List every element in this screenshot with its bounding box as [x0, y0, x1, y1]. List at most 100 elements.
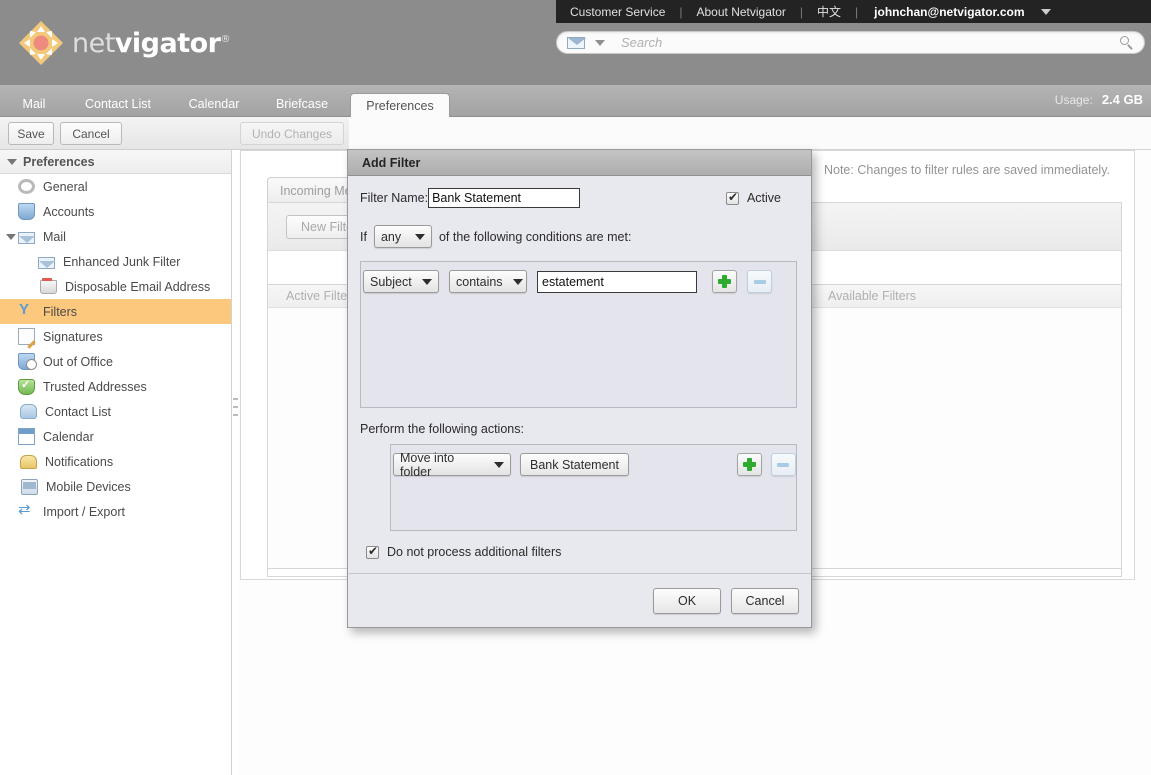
nav-about-netvigator[interactable]: About Netvigator: [683, 5, 800, 19]
condition-field-dropdown[interactable]: Subject: [363, 270, 439, 293]
cancel-button[interactable]: Cancel: [60, 122, 122, 145]
sidebar-item-import-export[interactable]: Import / Export: [0, 499, 231, 524]
stop-processing-label: Do not process additional filters: [387, 545, 562, 559]
sidebar-item-general[interactable]: General: [0, 174, 231, 199]
nav-customer-service[interactable]: Customer Service: [556, 5, 679, 19]
sidebar-item-label: Mobile Devices: [46, 479, 131, 494]
search-bar: [556, 31, 1145, 54]
sidebar-item-calendar[interactable]: Calendar: [0, 424, 231, 449]
ok-button[interactable]: OK: [653, 587, 721, 614]
preferences-toolbar: Save Cancel Undo Changes: [0, 117, 349, 150]
filter-icon: [18, 301, 35, 320]
application-tab-bar: Mail Contact List Calendar Briefcase Pre…: [0, 85, 1151, 118]
sidebar-item-label: Calendar: [43, 429, 94, 444]
sidebar-item-accounts[interactable]: Accounts: [0, 199, 231, 224]
condition-row: Subject contains: [361, 262, 796, 293]
sidebar-header-label: Preferences: [23, 154, 95, 169]
action-folder-button[interactable]: Bank Statement: [520, 453, 629, 476]
preferences-sidebar: Preferences General Accounts Mail Enhanc…: [0, 150, 232, 775]
top-navigation-bar: Customer Service | About Netvigator | 中文…: [556, 0, 1151, 23]
logo-text-net: net: [72, 27, 115, 59]
sidebar-item-filters[interactable]: Filters: [0, 299, 231, 324]
sidebar-item-label: Enhanced Junk Filter: [63, 254, 181, 269]
nav-chinese-language[interactable]: 中文: [803, 3, 855, 20]
sidebar-item-signatures[interactable]: Signatures: [0, 324, 231, 349]
search-icon[interactable]: [1120, 35, 1134, 50]
remove-condition-button[interactable]: [747, 270, 772, 293]
chevron-down-icon[interactable]: [1040, 8, 1051, 15]
out-of-office-icon: [18, 353, 37, 370]
chevron-down-icon[interactable]: [595, 39, 605, 46]
sidebar-item-label: Trusted Addresses: [43, 379, 147, 394]
tab-calendar[interactable]: Calendar: [178, 91, 250, 117]
gear-icon: [18, 179, 35, 194]
stop-processing-checkbox[interactable]: [366, 544, 379, 559]
dialog-title: Add Filter: [362, 155, 421, 170]
dialog-title-bar: Add Filter: [348, 150, 811, 176]
column-header-available-filters: Available Filters: [828, 289, 917, 303]
tab-preferences[interactable]: Preferences: [350, 93, 450, 118]
condition-value-input[interactable]: [537, 270, 697, 293]
add-action-button[interactable]: [736, 453, 762, 476]
sidebar-item-label: General: [43, 179, 88, 194]
dialog-footer: OK Cancel: [348, 573, 811, 627]
triangle-down-icon[interactable]: [7, 158, 17, 165]
triangle-down-icon[interactable]: [6, 233, 16, 240]
tab-mail[interactable]: Mail: [10, 91, 58, 117]
active-label: Active: [746, 191, 781, 205]
actions-groupbox: Move into folder Bank Statement: [390, 444, 797, 531]
filter-name-input[interactable]: [428, 188, 581, 208]
sidebar-item-label: Out of Office: [43, 354, 113, 369]
action-row: Move into folder Bank Statement: [391, 445, 796, 479]
import-export-icon: [18, 500, 35, 520]
remove-action-button[interactable]: [770, 453, 796, 476]
accounts-icon: [18, 203, 35, 220]
mobile-icon: [21, 478, 38, 495]
plus-icon: [722, 275, 727, 288]
action-type-value: Move into folder: [400, 450, 455, 479]
tab-briefcase[interactable]: Briefcase: [264, 91, 340, 117]
add-condition-button[interactable]: [712, 270, 737, 293]
search-input[interactable]: [619, 34, 1120, 51]
trash-icon: [40, 278, 57, 294]
toolbar-background: [349, 117, 1151, 150]
account-email-label[interactable]: johnchan@netvigator.com: [858, 5, 1032, 19]
chevron-down-icon: [494, 461, 504, 468]
logo-text-vigator: vigator: [114, 27, 221, 59]
sidebar-item-notifications[interactable]: Notifications: [0, 449, 231, 474]
sidebar-item-trusted-addresses[interactable]: Trusted Addresses: [0, 374, 231, 399]
sidebar-item-label: Notifications: [45, 454, 114, 469]
chevron-down-icon: [414, 233, 425, 240]
sidebar-header[interactable]: Preferences: [0, 150, 231, 174]
logo-registered-mark: ®: [220, 33, 231, 45]
match-type-dropdown[interactable]: any: [373, 225, 432, 248]
bell-icon: [20, 454, 37, 469]
active-checkbox[interactable]: [725, 190, 739, 205]
condition-operator-dropdown[interactable]: contains: [449, 270, 527, 293]
netvigator-logo[interactable]: netvigator®: [18, 20, 230, 66]
tab-contact-list[interactable]: Contact List: [72, 91, 164, 117]
condition-field-value: Subject: [370, 274, 412, 289]
undo-changes-button[interactable]: Undo Changes: [240, 122, 344, 145]
cancel-button[interactable]: Cancel: [731, 587, 799, 614]
usage-indicator: Usage: 2.4 GB: [1055, 92, 1143, 107]
sidebar-item-mail[interactable]: Mail: [0, 224, 231, 249]
sidebar-item-enhanced-junk-filter[interactable]: Enhanced Junk Filter: [0, 249, 231, 274]
sidebar-item-mobile-devices[interactable]: Mobile Devices: [0, 474, 231, 499]
sidebar-item-out-of-office[interactable]: Out of Office: [0, 349, 231, 374]
chevron-down-icon: [512, 278, 523, 285]
sidebar-item-label: Contact List: [45, 404, 112, 419]
sidebar-item-label: Import / Export: [43, 504, 125, 519]
minus-icon: [753, 279, 766, 284]
add-filter-dialog: Add Filter Filter Name: Active If any of…: [347, 149, 812, 628]
save-button[interactable]: Save: [8, 122, 54, 145]
plus-icon: [746, 458, 752, 471]
if-label: If: [360, 229, 367, 244]
shield-check-icon: [18, 378, 35, 395]
sidebar-item-label: Mail: [43, 229, 66, 244]
sidebar-item-disposable-email-address[interactable]: Disposable Email Address: [0, 274, 231, 299]
sidebar-item-contact-list[interactable]: Contact List: [0, 399, 231, 424]
calendar-icon: [18, 428, 35, 445]
sidebar-item-label: Filters: [43, 304, 78, 319]
action-type-dropdown[interactable]: Move into folder: [393, 450, 511, 479]
